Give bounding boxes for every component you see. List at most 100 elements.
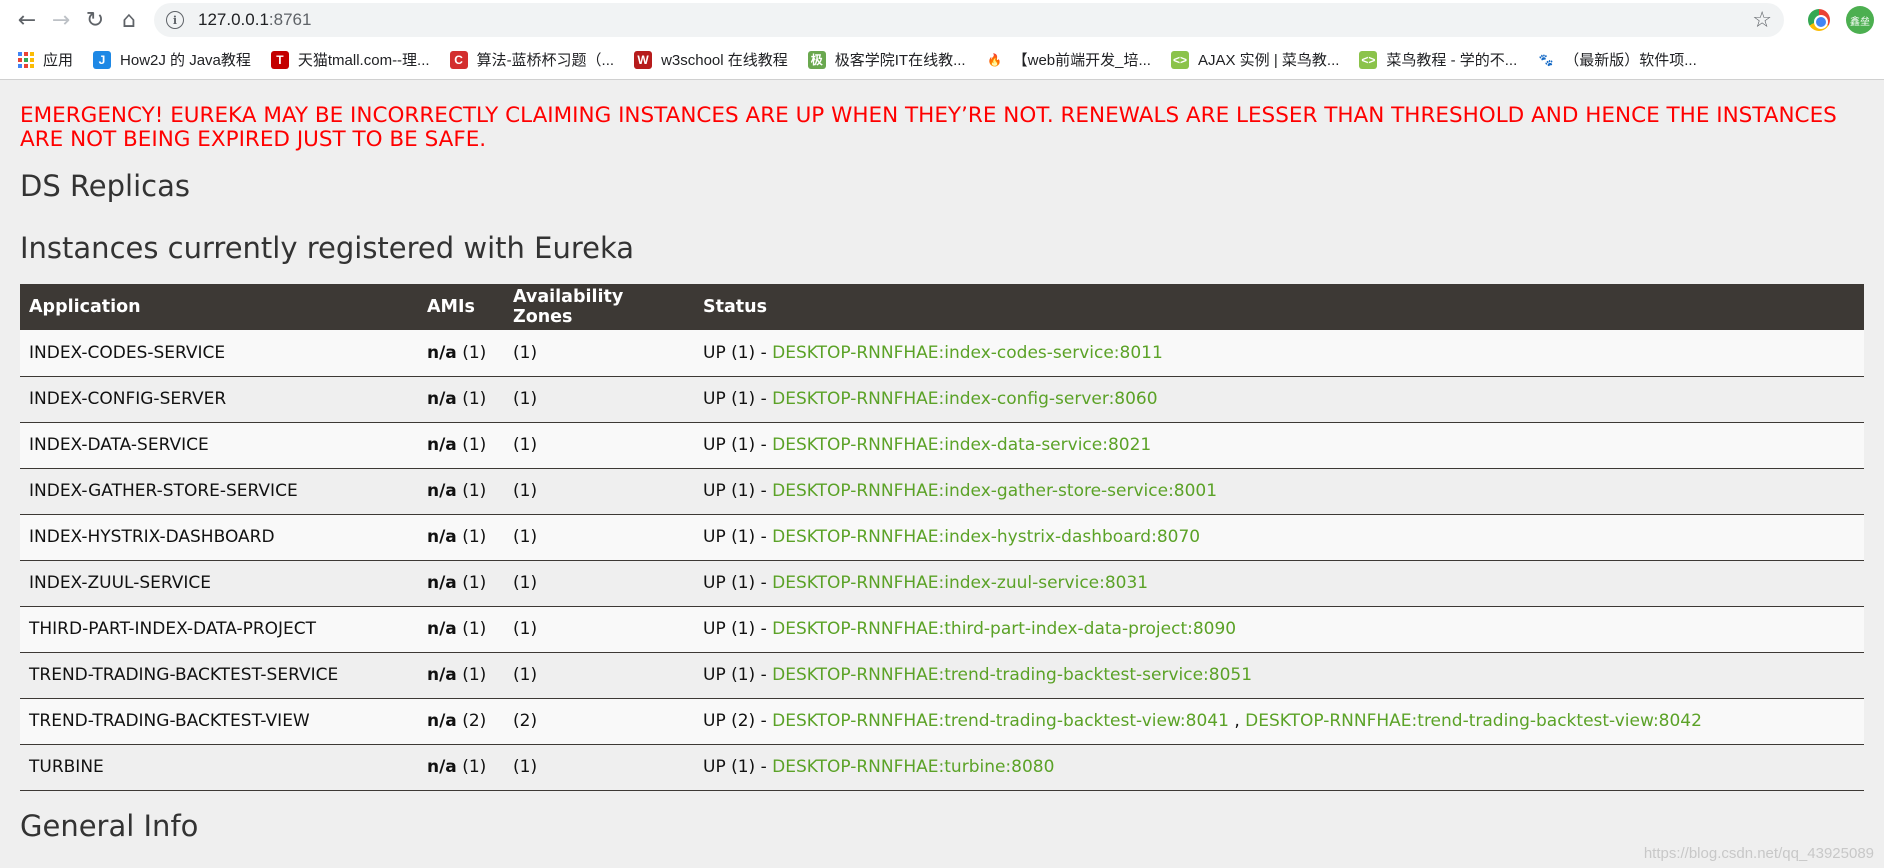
home-icon[interactable]: ⌂ [112,3,146,37]
chrome-extension-icon[interactable] [1802,3,1836,37]
instance-link[interactable]: DESKTOP-RNNFHAE:index-zuul-service:8031 [772,573,1148,593]
instance-link[interactable]: DESKTOP-RNNFHAE:trend-trading-backtest-s… [772,665,1252,685]
instances-table: Application AMIs Availability Zones Stat… [20,284,1864,791]
status-text: UP (1) - [703,481,773,501]
bookmark-item[interactable]: <> 菜鸟教程 - 学的不... [1359,49,1517,70]
availability-zones: (1) [504,330,694,377]
jikexueyuan-icon: 极 [807,50,826,69]
amis-value: n/a [427,757,457,777]
table-row: TREND-TRADING-BACKTEST-VIEW n/a (2) (2) UP … [20,698,1864,745]
instance-link[interactable]: DESKTOP-RNNFHAE:trend-trading-backtest-v… [772,711,1229,731]
availability-zones: (1) [504,514,694,561]
tmall-icon: T [270,50,289,69]
status-cell: UP (1) - DESKTOP-RNNFHAE:turbine:8080 [694,744,1864,791]
table-row: INDEX-CONFIG-SERVER n/a (1) (1) UP (1) - DE… [20,376,1864,423]
site-info-icon[interactable]: i [166,11,184,29]
bookmark-item[interactable]: 🐾 （最新版）软件项... [1537,49,1697,70]
reload-icon[interactable]: ↻ [78,3,112,37]
instance-link[interactable]: DESKTOP-RNNFHAE:index-gather-store-servi… [772,481,1217,501]
amis-value: n/a [427,481,457,501]
bookmark-item[interactable]: 应用 [18,49,73,70]
application-name: INDEX-ZUUL-SERVICE [20,560,418,607]
instance-link[interactable]: DESKTOP-RNNFHAE:turbine:8080 [772,757,1054,777]
availability-zones: (1) [504,422,694,469]
fire-icon: 🔥 [985,50,1004,69]
runoob-icon: <> [1359,50,1378,69]
table-row: INDEX-CODES-SERVICE n/a (1) (1) UP (1) - DE… [20,330,1864,377]
table-row: INDEX-GATHER-STORE-SERVICE n/a (1) (1) UP (… [20,468,1864,515]
instances-heading: Instances currently registered with Eure… [20,231,635,265]
bookmark-item[interactable]: C 算法-蓝桥杯习题（... [449,49,615,70]
table-header-row: Application AMIs Availability Zones Stat… [20,284,1864,330]
availability-zones: (2) [504,698,694,745]
bookmark-item[interactable]: J How2J 的 Java教程 [93,49,251,70]
instance-link[interactable]: DESKTOP-RNNFHAE:trend-trading-backtest-v… [1245,711,1702,731]
apps-grid-icon [18,51,34,68]
lanqiao-icon: C [449,50,468,69]
address-bar[interactable]: i 127.0.0.1:8761 ☆ [154,3,1784,37]
runoob-icon: <> [1170,50,1189,69]
application-name: INDEX-CODES-SERVICE [20,330,418,377]
status-cell: UP (1) - DESKTOP-RNNFHAE:index-data-serv… [694,422,1864,469]
availability-zones: (1) [504,560,694,607]
status-text: UP (1) - [703,757,773,777]
bookmark-item[interactable]: 极极客学院IT在线教... [807,49,966,70]
status-cell: UP (1) - DESKTOP-RNNFHAE:index-hystrix-d… [694,514,1864,561]
application-name: INDEX-CONFIG-SERVER [20,376,418,423]
status-cell: UP (1) - DESKTOP-RNNFHAE:index-gather-st… [694,468,1864,515]
amis-cell: n/a (1) [418,376,504,423]
browser-toolbar: ← → ↻ ⌂ i 127.0.0.1:8761 ☆ 鑫垒 [0,0,1884,40]
bookmark-label: 算法-蓝桥杯习题（... [476,52,615,69]
instances-table-body: INDEX-CODES-SERVICE n/a (1) (1) UP (1) - DE… [20,330,1864,791]
emergency-warning: EMERGENCY! EUREKA MAY BE INCORRECTLY CLA… [20,103,1837,152]
instance-link[interactable]: DESKTOP-RNNFHAE:third-part-index-data-pr… [772,619,1236,639]
bookmark-star-icon[interactable]: ☆ [1752,8,1772,33]
amis-count: (2) [462,711,487,731]
status-cell: UP (1) - DESKTOP-RNNFHAE:index-config-se… [694,376,1864,423]
amis-cell: n/a (2) [418,698,504,745]
amis-cell: n/a (1) [418,652,504,699]
amis-cell: n/a (1) [418,744,504,791]
instance-link[interactable]: DESKTOP-RNNFHAE:index-config-server:8060 [772,389,1157,409]
amis-count: (1) [462,665,487,685]
bookmark-label: 菜鸟教程 - 学的不... [1386,52,1518,69]
status-text: UP (1) - [703,527,773,547]
status-text: UP (1) - [703,389,773,409]
forward-arrow-icon[interactable]: → [44,3,78,37]
amis-value: n/a [427,665,457,685]
instance-link[interactable]: DESKTOP-RNNFHAE:index-codes-service:8011 [772,343,1163,363]
status-text: UP (1) - [703,619,773,639]
application-name: INDEX-HYSTRIX-DASHBOARD [20,514,418,561]
amis-value: n/a [427,619,457,639]
amis-cell: n/a (1) [418,422,504,469]
amis-count: (1) [462,435,487,455]
address-url[interactable]: 127.0.0.1:8761 [198,10,311,30]
header-status: Status [694,284,1864,330]
amis-value: n/a [427,527,457,547]
amis-value: n/a [427,435,457,455]
table-row: TREND-TRADING-BACKTEST-SERVICE n/a (1) (1)… [20,652,1864,699]
instance-link[interactable]: DESKTOP-RNNFHAE:index-data-service:8021 [772,435,1151,455]
amis-value: n/a [427,573,457,593]
availability-zones: (1) [504,652,694,699]
table-row: TURBINE n/a (1) (1) UP (1) - DESKTOP-RNNFHA… [20,744,1864,791]
amis-count: (1) [462,527,487,547]
amis-count: (1) [462,757,487,777]
instance-link[interactable]: DESKTOP-RNNFHAE:index-hystrix-dashboard:… [772,527,1200,547]
amis-cell: n/a (1) [418,606,504,653]
bookmark-item[interactable]: T 天猫tmall.com--理... [270,49,430,70]
table-row: THIRD-PART-INDEX-DATA-PROJECT n/a (1) (1) U… [20,606,1864,653]
w3school-icon: W [634,50,653,69]
back-arrow-icon[interactable]: ← [10,3,44,37]
application-name: TREND-TRADING-BACKTEST-SERVICE [20,652,418,699]
profile-avatar[interactable]: 鑫垒 [1846,6,1874,34]
bookmark-item[interactable]: <> AJAX 实例 | 菜鸟教... [1170,49,1339,70]
bookmark-item[interactable]: 🔥 【web前端开发_培... [985,49,1151,70]
bookmark-item[interactable]: Ww3school 在线教程 [634,49,788,70]
bookmarks-bar: 应用 J How2J 的 Java教程 T 天猫tmall.com--理... C 算法-蓝… [0,40,1884,80]
status-text: UP (2) - [703,711,773,731]
bookmark-label: 【web前端开发_培... [1012,52,1151,69]
status-text: UP (1) - [703,342,773,363]
baidu-paw-icon: 🐾 [1537,50,1556,69]
header-amis: AMIs [418,284,504,330]
